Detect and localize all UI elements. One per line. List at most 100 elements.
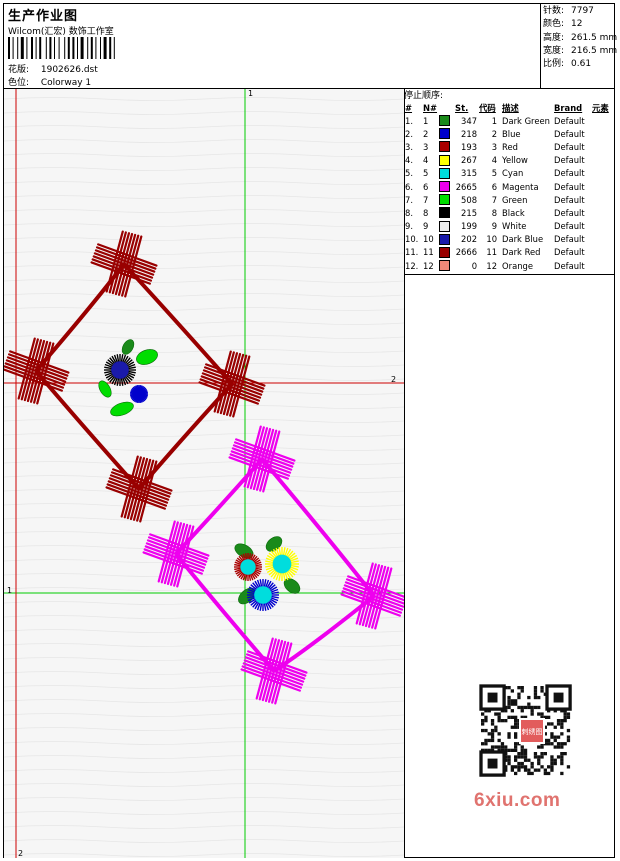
row-needle: 6: [423, 181, 429, 192]
design-canvas: [4, 89, 404, 858]
row-stitches: 508: [461, 194, 478, 205]
color-rows: 1. 1 347 1 Dark Green Default 2. 2 218 2 Blue Defau…: [404, 114, 610, 272]
table-row: 11. 11 2666 11 Dark Red Default: [404, 246, 610, 259]
col-code: 代码: [479, 102, 496, 113]
row-stitches: 347: [461, 115, 478, 126]
design-file-row: 花版: 1902626.dst: [8, 62, 98, 75]
stats-divider: [540, 3, 541, 88]
row-description: Cyan: [502, 168, 524, 179]
table-row: 9. 9 199 9 White Default: [404, 220, 610, 233]
row-needle: 4: [423, 155, 429, 166]
row-swatch-cell: [438, 206, 454, 219]
row-number: 11.: [405, 247, 419, 258]
row-number: 6.: [405, 181, 413, 192]
row-element: [591, 127, 610, 140]
row-needle: 1: [423, 115, 429, 126]
table-row: 3. 3 193 3 Red Default: [404, 140, 610, 153]
row-needle: 10: [423, 234, 434, 245]
guide-label-top: 1: [248, 89, 254, 98]
color-swatch: [439, 128, 451, 140]
color-swatch: [439, 154, 451, 166]
col-brand: Brand: [554, 102, 583, 113]
colorway-label: 色位:: [8, 78, 30, 88]
row-swatch-cell: [438, 246, 454, 259]
row-description: Yellow: [502, 155, 528, 166]
guide-label-left: 1: [7, 586, 13, 595]
row-brand: Default: [554, 181, 585, 192]
row-number: 9.: [405, 221, 413, 232]
row-number: 2.: [405, 128, 413, 139]
row-brand: Default: [554, 207, 585, 218]
design-label: 花版:: [8, 65, 30, 75]
color-swatch: [439, 181, 451, 193]
row-swatch-cell: [438, 259, 454, 272]
row-number: 1.: [405, 115, 413, 126]
col-number: #: [405, 102, 413, 113]
watermark-text: 6xiu.com: [474, 790, 561, 811]
table-row: 6. 6 2665 6 Magenta Default: [404, 180, 610, 193]
table-row: 4. 4 267 4 Yellow Default: [404, 154, 610, 167]
row-number: 8.: [405, 207, 413, 218]
row-code: 3: [491, 141, 498, 152]
qr-caption: 刺绣图: [522, 727, 543, 736]
row-stitches: 2666: [455, 247, 478, 258]
row-element: [591, 193, 610, 206]
row-description: Magenta: [502, 181, 539, 192]
row-code: 5: [491, 168, 498, 179]
row-code: 12: [486, 260, 498, 271]
row-element: [591, 233, 610, 246]
row-stitches: 193: [461, 141, 478, 152]
row-brand: Default: [554, 234, 585, 245]
row-swatch-cell: [438, 154, 454, 167]
color-swatch: [439, 115, 451, 127]
row-description: White: [502, 221, 527, 232]
color-swatch: [439, 246, 451, 258]
row-brand: Default: [554, 260, 585, 271]
row-brand: Default: [554, 247, 585, 258]
row-brand: Default: [554, 115, 585, 126]
color-sequence-table: # N# St. 代码 描述 Brand 元素 1. 1 347 1 Dark Gree…: [404, 101, 610, 272]
row-code: 8: [491, 207, 498, 218]
color-swatch: [439, 233, 451, 245]
row-number: 4.: [405, 155, 413, 166]
red-motif: [4, 230, 266, 523]
color-swatch: [439, 220, 451, 232]
row-stitches: 315: [461, 168, 478, 179]
row-number: 10.: [405, 234, 419, 245]
row-brand: Default: [554, 141, 585, 152]
qr-code-graphic: 刺绣图: [479, 684, 572, 777]
row-number: 3.: [405, 141, 413, 152]
barcode: [8, 37, 115, 59]
row-swatch-cell: [438, 167, 454, 180]
col-element: 元素: [592, 102, 609, 113]
row-stitches: 0: [471, 260, 478, 271]
magenta-motif-flowers: [234, 536, 301, 611]
row-number: 12.: [405, 260, 419, 271]
color-swatch: [439, 260, 451, 272]
row-swatch-cell: [438, 114, 454, 127]
row-element: [591, 154, 610, 167]
color-swatch: [439, 194, 451, 206]
row-description: Green: [502, 194, 528, 205]
table-divider: [404, 274, 615, 275]
row-swatch-cell: [438, 233, 454, 246]
table-row: 7. 7 508 7 Green Default: [404, 193, 610, 206]
row-swatch-cell: [438, 193, 454, 206]
row-code: 2: [491, 128, 498, 139]
stat-scale: 比例: 0.61: [543, 59, 592, 70]
row-needle: 2: [423, 128, 429, 139]
table-row: 1. 1 347 1 Dark Green Default: [404, 114, 610, 127]
stats-panel: 针数: 7797 颜色: 12 高度: 261.5 mm 宽度: 216.5 mm 比例…: [543, 5, 617, 71]
row-code: 7: [491, 194, 498, 205]
stat-colors: 颜色: 12: [543, 19, 583, 30]
row-brand: Default: [554, 128, 585, 139]
row-brand: Default: [554, 221, 585, 232]
row-number: 7.: [405, 194, 413, 205]
row-description: Red: [502, 141, 518, 152]
row-stitches: 215: [461, 207, 478, 218]
row-element: [591, 114, 610, 127]
row-swatch-cell: [438, 220, 454, 233]
colorway-row: 色位: Colorway 1: [8, 75, 91, 88]
row-stitches: 2665: [455, 181, 478, 192]
row-code: 10: [486, 234, 498, 245]
